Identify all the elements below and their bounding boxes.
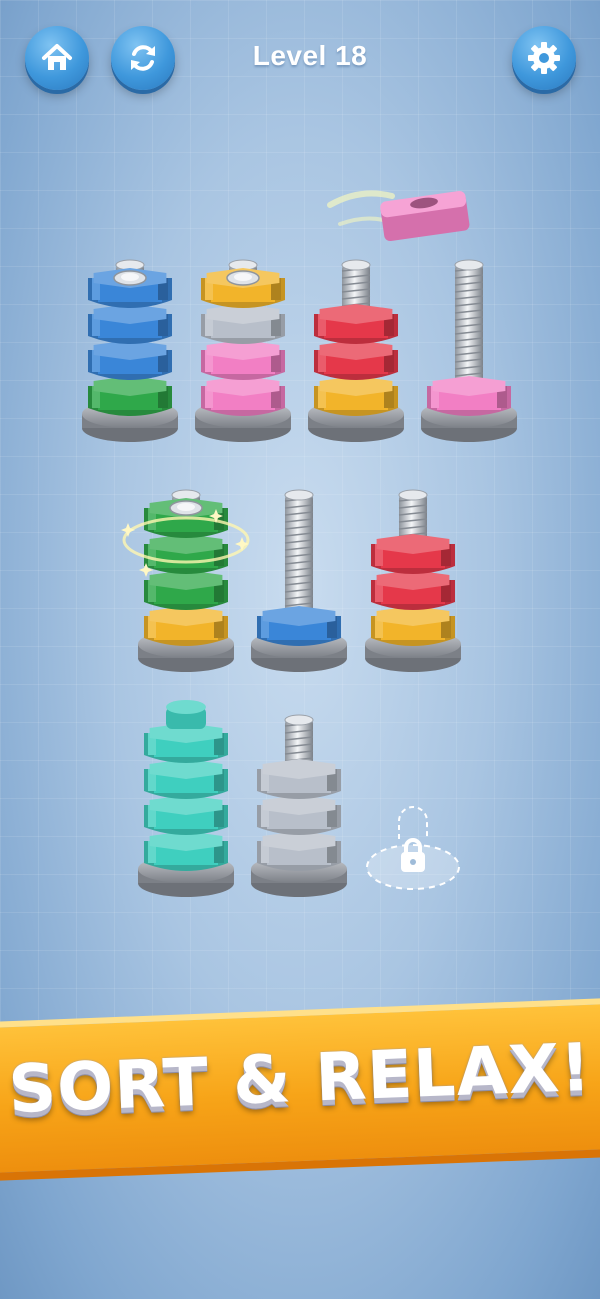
nut-pink [201, 340, 285, 380]
nut-red [371, 570, 455, 610]
nut-yellow [144, 606, 228, 646]
nut-pink [201, 376, 285, 416]
nut-yellow [314, 376, 398, 416]
bolt-stack-2[interactable] [195, 259, 291, 442]
game-screen: Level 18 SORT & RELAX! [0, 0, 600, 1299]
nut-green [144, 534, 228, 574]
bolt-stack-9[interactable] [251, 714, 347, 897]
bolt-stack-3[interactable] [308, 259, 404, 442]
nut-blue [88, 304, 172, 344]
game-board [82, 190, 517, 897]
nut-teal [144, 831, 228, 871]
nut-pink [427, 376, 511, 416]
nut-green [88, 376, 172, 416]
nut-silver [201, 304, 285, 344]
nut-silver [257, 831, 341, 871]
nut-red [314, 304, 398, 344]
bolt-stack-4[interactable] [421, 259, 517, 442]
bolt-stack-1[interactable] [82, 259, 178, 442]
nut-silver [257, 795, 341, 835]
nut-blue [257, 606, 341, 646]
bolt-stack-7[interactable] [365, 489, 461, 672]
nut-red [371, 534, 455, 574]
nut-green [144, 570, 228, 610]
nut-red [314, 340, 398, 380]
bolt-stack-5[interactable] [121, 489, 250, 672]
bolt-stack-10[interactable] [366, 806, 460, 890]
bolt-stack-6[interactable] [251, 489, 347, 672]
nut-yellow [371, 606, 455, 646]
flying-nut [327, 190, 470, 242]
bolt-stack-8[interactable] [138, 700, 234, 897]
promo-banner: SORT & RELAX! [0, 997, 600, 1182]
nut-silver [257, 759, 341, 799]
nut-teal [144, 795, 228, 835]
nut-teal [144, 759, 228, 799]
lock-icon [401, 838, 425, 872]
nut-blue [88, 340, 172, 380]
